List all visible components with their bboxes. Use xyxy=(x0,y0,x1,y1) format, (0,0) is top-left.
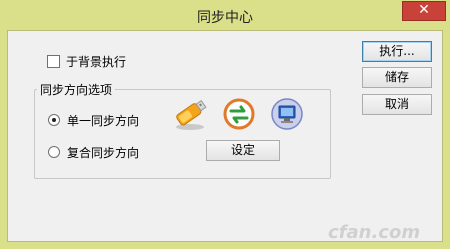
radio-multi-direction[interactable]: 复合同步方向 xyxy=(48,144,139,160)
single-direction-label: 单一同步方向 xyxy=(67,113,140,128)
title-bar[interactable]: 同步中心 ✕ xyxy=(0,0,450,30)
window-title: 同步中心 xyxy=(197,10,253,26)
sync-center-window: 同步中心 ✕ 于背景执行 同步方向选项 单一同步方向 复合同步方向 设定 执行.… xyxy=(0,0,450,249)
radio-single-direction[interactable]: 单一同步方向 xyxy=(48,112,139,128)
execute-button[interactable]: 执行... xyxy=(362,41,432,62)
sync-arrows-icon[interactable] xyxy=(222,97,256,131)
save-button[interactable]: 储存 xyxy=(362,67,432,88)
sync-direction-legend: 同步方向选项 xyxy=(37,81,116,98)
background-run-label: 于背景执行 xyxy=(66,54,127,69)
close-button[interactable]: ✕ xyxy=(402,1,446,21)
background-run-checkbox[interactable] xyxy=(47,54,60,68)
computer-icon[interactable] xyxy=(270,97,304,131)
watermark: cfan.com xyxy=(328,222,421,243)
cancel-button[interactable]: 取消 xyxy=(362,94,432,115)
multi-direction-radio[interactable] xyxy=(48,146,60,158)
multi-direction-label: 复合同步方向 xyxy=(67,145,140,160)
usb-drive-icon[interactable] xyxy=(173,97,209,131)
single-direction-radio[interactable] xyxy=(48,114,60,126)
dialog-client-area: 于背景执行 同步方向选项 单一同步方向 复合同步方向 设定 执行... 储存 取… xyxy=(7,30,443,242)
settings-button[interactable]: 设定 xyxy=(206,140,280,161)
background-run-option[interactable]: 于背景执行 xyxy=(47,53,126,69)
